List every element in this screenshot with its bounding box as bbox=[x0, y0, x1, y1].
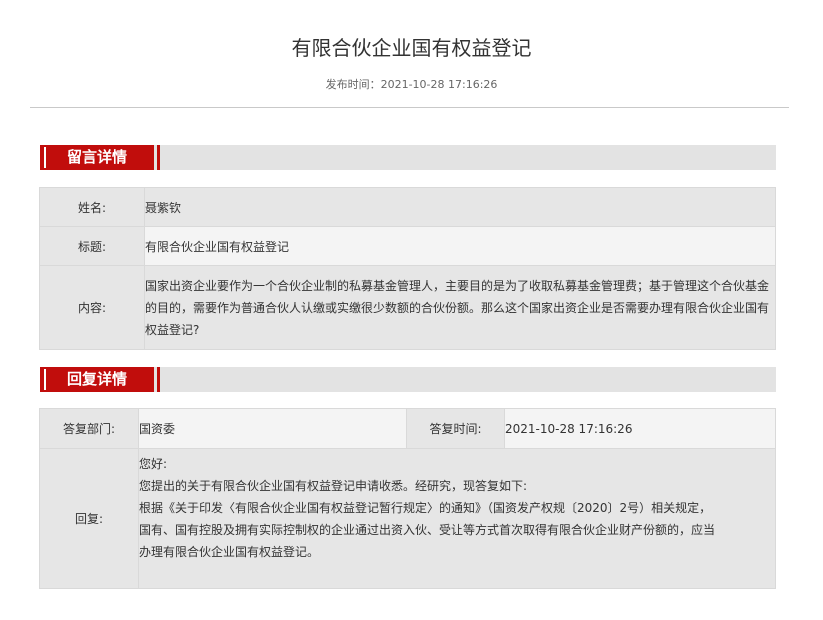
reply-line: 国有、国有控股及拥有实际控制权的企业通过出资入伙、受让等方式首次取得有限合伙企业… bbox=[139, 523, 716, 537]
reply-line: 办理有限合伙企业国有权益登记。 bbox=[139, 545, 320, 559]
name-row: 姓名: 聂紫钦 bbox=[39, 187, 776, 227]
message-table: 姓名: 聂紫钦 标题: 有限合伙企业国有权益登记 内容: 国家出资企业要作为一个… bbox=[39, 187, 776, 350]
content-row: 内容: 国家出资企业要作为一个合伙企业制的私募基金管理人，主要目的是为了收取私募… bbox=[39, 265, 776, 350]
reply-meta-row: 答复部门: 国资委 答复时间: 2021-10-28 17:16:26 bbox=[39, 408, 776, 449]
subject-value: 有限合伙企业国有权益登记 bbox=[144, 226, 776, 266]
message-section-title: 留言详情 bbox=[40, 145, 160, 170]
reply-section-title: 回复详情 bbox=[40, 367, 160, 392]
reply-line: 您提出的关于有限合伙企业国有权益登记申请收悉。经研究，现答复如下: bbox=[139, 479, 528, 493]
reply-body-row: 回复: 您好: 您提出的关于有限合伙企业国有权益登记申请收悉。经研究，现答复如下… bbox=[39, 448, 776, 589]
reply-section-header: 回复详情 bbox=[40, 367, 776, 392]
reply-body: 您好: 您提出的关于有限合伙企业国有权益登记申请收悉。经研究，现答复如下: 根据… bbox=[138, 448, 776, 589]
content-label: 内容: bbox=[39, 265, 145, 350]
reply-line: 您好: bbox=[139, 457, 168, 471]
dept-label: 答复部门: bbox=[39, 408, 139, 449]
title-divider bbox=[30, 107, 789, 108]
message-section-header: 留言详情 bbox=[40, 145, 776, 170]
reply-time-label: 答复时间: bbox=[406, 408, 505, 449]
publish-time: 发布时间：2021-10-28 17:16:26 bbox=[0, 78, 823, 92]
name-value: 聂紫钦 bbox=[144, 187, 776, 227]
reply-table: 答复部门: 国资委 答复时间: 2021-10-28 17:16:26 回复: … bbox=[39, 408, 776, 589]
subject-label: 标题: bbox=[39, 226, 145, 266]
publish-time-label: 发布时间： bbox=[325, 78, 381, 91]
page-title: 有限合伙企业国有权益登记 bbox=[291, 36, 532, 60]
name-label: 姓名: bbox=[39, 187, 145, 227]
reply-line: 根据《关于印发〈有限合伙企业国有权益登记暂行规定〉的通知》（国资发产权规〔202… bbox=[139, 501, 712, 515]
subject-row: 标题: 有限合伙企业国有权益登记 bbox=[39, 226, 776, 266]
dept-value: 国资委 bbox=[138, 408, 407, 449]
content-value: 国家出资企业要作为一个合伙企业制的私募基金管理人，主要目的是为了收取私募基金管理… bbox=[144, 265, 776, 350]
publish-time-value: 2021-10-28 17:16:26 bbox=[380, 78, 498, 91]
reply-label: 回复: bbox=[39, 448, 139, 589]
reply-time-value: 2021-10-28 17:16:26 bbox=[504, 408, 776, 449]
